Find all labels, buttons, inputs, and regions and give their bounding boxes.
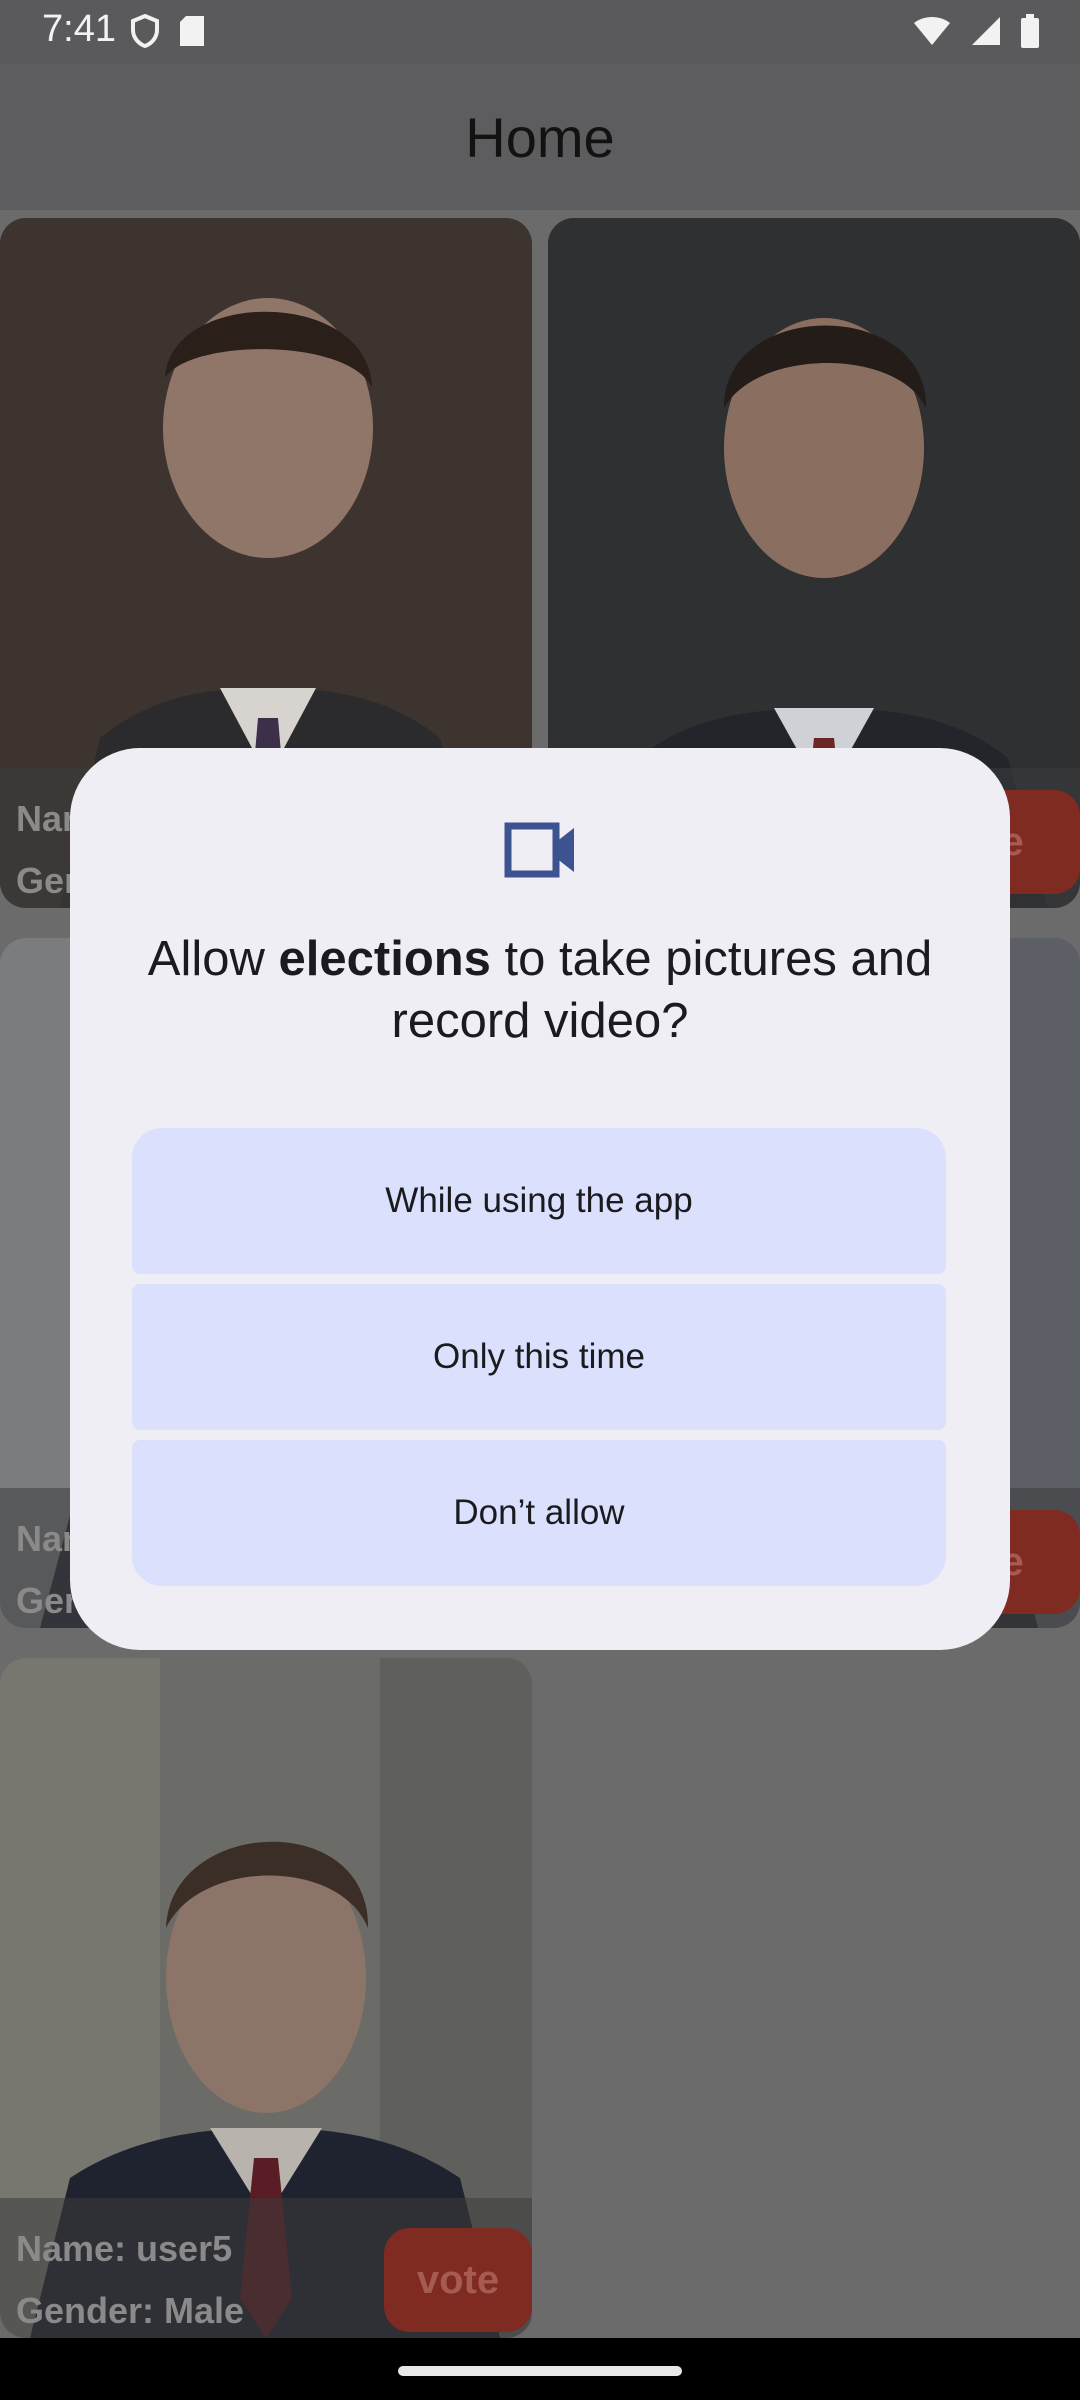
vote-label: vote	[416, 2257, 500, 2302]
candidate-name: Nar	[16, 798, 77, 839]
dont-allow-button[interactable]: Don’t allow	[132, 1440, 946, 1586]
while-using-app-label: While using the app	[385, 1181, 693, 1220]
permission-dialog: Allow elections to take pictures and rec…	[70, 748, 1010, 1650]
only-this-time-label: Only this time	[433, 1337, 645, 1376]
candidate-gender: Ger	[16, 1580, 79, 1621]
candidate-name: Nar	[16, 1518, 77, 1559]
status-right-icons	[912, 14, 1040, 48]
dont-allow-label: Don’t allow	[453, 1493, 625, 1532]
status-time: 7:41	[42, 8, 116, 50]
app-bar: Home	[0, 64, 1080, 210]
vote-button[interactable]: vote	[384, 2228, 532, 2332]
status-left-icons	[130, 14, 206, 48]
navigation-bar	[0, 2338, 1080, 2400]
signal-icon	[972, 17, 1000, 45]
while-using-app-button[interactable]: While using the app	[132, 1128, 946, 1274]
page-title: Home	[465, 105, 615, 169]
dialog-title-app: elections	[278, 932, 491, 986]
dialog-title: Allow elections to take pictures and rec…	[130, 928, 950, 1052]
candidate-card[interactable]: Name: user5 Gender: Male vote	[0, 1658, 532, 2338]
candidate-gender: Ger	[16, 860, 79, 901]
home-gesture-handle[interactable]	[398, 2366, 682, 2376]
candidate-gender: Gender: Male	[16, 2290, 245, 2331]
video-camera-icon	[504, 822, 574, 878]
dialog-title-prefix: Allow	[147, 932, 279, 986]
sd-card-icon	[180, 16, 204, 46]
only-this-time-button[interactable]: Only this time	[132, 1284, 946, 1430]
candidate-name: Name: user5	[16, 2228, 233, 2269]
status-bar: 7:41	[0, 0, 1080, 64]
wifi-icon	[914, 17, 950, 45]
shield-icon	[131, 14, 159, 48]
battery-icon	[1021, 14, 1039, 48]
